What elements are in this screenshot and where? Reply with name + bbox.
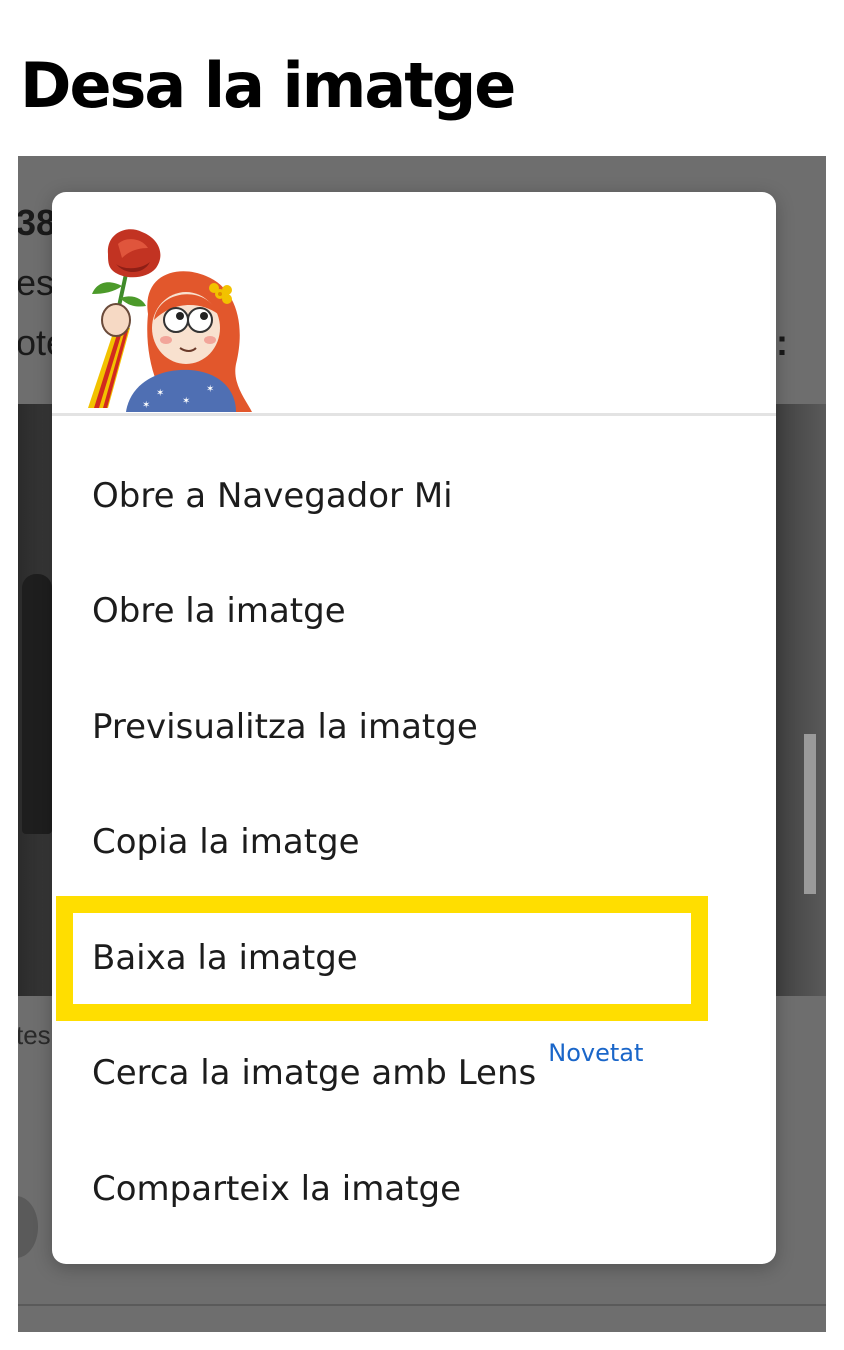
menu-item-open-in-mi-browser[interactable]: Obre a Navegador Mi — [52, 438, 776, 553]
menu-item-preview-image[interactable]: Previsualitza la imatge — [52, 669, 776, 784]
menu-item-label: Baixa la imatge — [92, 937, 358, 978]
svg-text:✶: ✶ — [142, 400, 150, 411]
svg-text:✶: ✶ — [182, 396, 190, 407]
background-person — [22, 574, 52, 834]
background-avatar — [18, 1196, 38, 1258]
image-preview: ✶ ✶ ✶ ✶ — [86, 224, 254, 412]
menu-item-label: Obre la imatge — [92, 590, 346, 631]
menu-item-label: Previsualitza la imatge — [92, 706, 478, 747]
dialog-divider — [52, 413, 776, 416]
menu-item-download-image[interactable]: Baixa la imatge — [52, 900, 776, 1015]
menu-item-search-with-lens[interactable]: Cerca la imatge amb Lens Novetat — [52, 1015, 776, 1130]
background-text: 38 — [18, 202, 57, 243]
menu-item-share-image[interactable]: Comparteix la imatge — [52, 1131, 776, 1246]
menu-item-label: Obre a Navegador Mi — [92, 475, 453, 516]
menu-item-open-image[interactable]: Obre la imatge — [52, 553, 776, 668]
background-pole — [804, 734, 816, 894]
svg-text:✶: ✶ — [156, 388, 164, 399]
page-title: Desa la imatge — [20, 49, 516, 122]
menu-item-copy-image[interactable]: Copia la imatge — [52, 784, 776, 899]
svg-text:✶: ✶ — [206, 384, 214, 395]
menu-item-label: Comparteix la imatge — [92, 1168, 462, 1209]
menu-item-label: Cerca la imatge amb Lens — [92, 1052, 537, 1093]
girl-with-rose-icon: ✶ ✶ ✶ ✶ — [88, 229, 252, 412]
image-context-menu: ✶ ✶ ✶ ✶ Obre a Navegador Mi Obre la imat — [52, 192, 776, 1264]
background-text: tes — [18, 1020, 51, 1050]
new-badge: Novetat — [548, 1038, 644, 1067]
menu-item-label: Copia la imatge — [92, 821, 360, 862]
background-text: es — [18, 262, 55, 303]
background-text: : — [776, 322, 788, 363]
background-divider — [18, 1304, 826, 1306]
